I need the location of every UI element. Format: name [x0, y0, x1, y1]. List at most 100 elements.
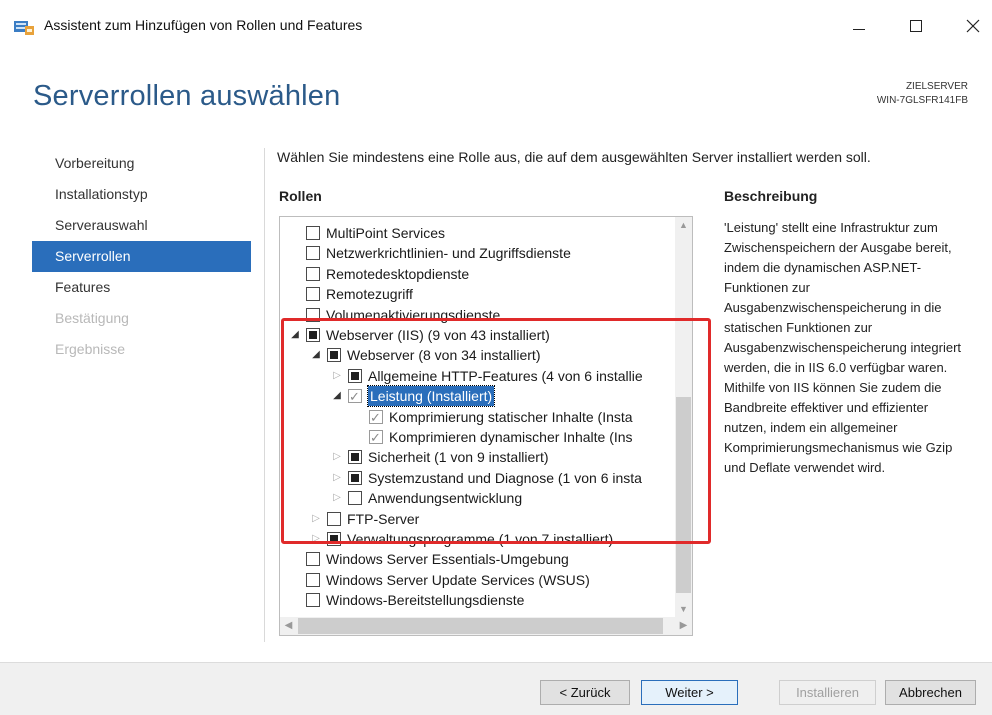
page-title: Serverrollen auswählen — [33, 80, 341, 112]
collapsed-arrow-icon[interactable]: ▷ — [330, 366, 344, 386]
role-checkbox[interactable] — [306, 246, 320, 261]
role-checkbox[interactable] — [306, 328, 320, 342]
tree-row[interactable]: ▷ Verwaltungsprogramme (1 von 7 installie… — [309, 529, 613, 549]
tree-row[interactable]: ▷ FTP-Server — [309, 509, 419, 529]
tree-row[interactable]: Komprimieren dynamischer Inhalte (Ins — [351, 427, 633, 448]
next-button[interactable]: Weiter > — [641, 680, 738, 705]
role-checkbox[interactable] — [369, 428, 383, 448]
role-checkbox[interactable] — [306, 552, 320, 567]
scroll-left-icon[interactable]: ◀ — [280, 617, 297, 635]
install-button: Installieren — [779, 680, 876, 705]
horizontal-scroll-thumb[interactable] — [298, 618, 663, 634]
scroll-right-icon[interactable]: ▶ — [675, 617, 692, 635]
role-label: Volumenaktivierungsdienste — [326, 306, 501, 323]
tree-row[interactable]: Komprimierung statischer Inhalte (Insta — [351, 407, 633, 428]
description-header: Beschreibung — [724, 188, 818, 204]
tree-row[interactable]: Windows Server Update Services (WSUS) — [288, 570, 590, 590]
tree-row[interactable]: ▷ Systemzustand und Diagnose (1 von 6 ins… — [330, 468, 642, 488]
vertical-scrollbar[interactable]: ▲ ▼ — [675, 217, 692, 618]
nav-item-bestaetigung: Bestätigung — [55, 310, 129, 326]
role-label: FTP-Server — [347, 510, 420, 527]
role-checkbox[interactable] — [306, 593, 320, 608]
role-checkbox[interactable] — [306, 266, 320, 281]
role-label: Netzwerkrichtlinien- und Zugriffsdienste — [326, 245, 571, 262]
role-label: Komprimieren dynamischer Inhalte (Ins — [389, 429, 633, 445]
collapsed-arrow-icon[interactable]: ▷ — [309, 509, 323, 529]
tree-row[interactable]: Remotezugriff — [288, 284, 413, 304]
collapsed-arrow-icon[interactable]: ▷ — [330, 468, 344, 488]
role-label: Windows-Bereitstellungsdienste — [326, 592, 525, 609]
vertical-scroll-thumb[interactable] — [676, 397, 691, 593]
tree-row[interactable]: ◢ Webserver (8 von 34 installiert) — [309, 345, 540, 365]
tree-row[interactable]: Netzwerkrichtlinien- und Zugriffsdienste — [288, 243, 571, 263]
nav-divider — [264, 148, 265, 642]
role-label: Remotezugriff — [326, 286, 413, 303]
instruction-text: Wählen Sie mindestens eine Rolle aus, di… — [277, 149, 871, 165]
expanded-arrow-icon[interactable]: ◢ — [288, 325, 302, 345]
tree-row[interactable]: Remotedesktopdienste — [288, 264, 469, 284]
collapsed-arrow-icon[interactable]: ▷ — [309, 529, 323, 549]
minimize-button[interactable] — [841, 12, 877, 40]
role-description: 'Leistung' stellt eine Infrastruktur zum… — [724, 220, 962, 475]
target-server-name: WIN-7GLSFR141FB — [876, 95, 968, 106]
maximize-button[interactable] — [898, 12, 934, 40]
roles-header: Rollen — [279, 188, 322, 204]
collapsed-arrow-icon[interactable]: ▷ — [330, 488, 344, 508]
collapsed-arrow-icon[interactable]: ▷ — [330, 447, 344, 467]
nav-item-serverrollen[interactable]: Serverrollen — [32, 241, 251, 272]
role-label: Webserver (8 von 34 installiert) — [347, 347, 541, 364]
role-label: MultiPoint Services — [326, 225, 446, 241]
role-checkbox[interactable] — [348, 491, 362, 506]
role-checkbox[interactable] — [348, 368, 362, 383]
expanded-arrow-icon[interactable]: ◢ — [330, 386, 344, 406]
cancel-button[interactable]: Abbrechen — [885, 680, 976, 705]
back-button[interactable]: < Zurück — [540, 680, 630, 705]
tree-row[interactable]: Volumenaktivierungsdienste — [288, 305, 500, 325]
tree-row[interactable]: ◢ Webserver (IIS) (9 von 43 installiert) — [288, 325, 550, 345]
role-checkbox[interactable] — [306, 307, 320, 322]
minimize-icon — [853, 28, 865, 30]
nav-item-installationstyp[interactable]: Installationstyp — [32, 179, 251, 210]
scroll-down-icon[interactable]: ▼ — [675, 601, 692, 618]
tree-row[interactable]: Windows Server Essentials-Umgebung — [288, 549, 569, 569]
role-checkbox[interactable] — [348, 450, 362, 465]
wizard-footer: < Zurück Weiter > Installieren Abbrechen — [0, 662, 992, 715]
tree-row[interactable]: Windows-Bereitstellungsdienste — [288, 590, 524, 610]
nav-item-vorbereitung[interactable]: Vorbereitung — [32, 148, 251, 179]
role-checkbox[interactable] — [306, 226, 320, 240]
role-label: Allgemeine HTTP-Features (4 von 6 instal… — [368, 367, 643, 384]
role-label: Windows Server Update Services (WSUS) — [326, 571, 590, 588]
role-label: Sicherheit (1 von 9 installiert) — [368, 449, 549, 466]
nav-item-ergebnisse: Ergebnisse — [55, 341, 126, 357]
role-label: Anwendungsentwicklung — [368, 490, 523, 507]
role-checkbox[interactable] — [327, 348, 341, 363]
role-checkbox[interactable] — [348, 470, 362, 485]
role-label: Komprimierung statischer Inhalte (Insta — [389, 408, 633, 425]
role-checkbox[interactable] — [348, 387, 362, 407]
close-button[interactable] — [955, 12, 991, 40]
tree-row[interactable]: ▷ Allgemeine HTTP-Features (4 von 6 insta… — [330, 366, 643, 386]
role-checkbox[interactable] — [306, 572, 320, 587]
role-checkbox[interactable] — [306, 287, 320, 302]
expanded-arrow-icon[interactable]: ◢ — [309, 345, 323, 365]
nav-item-serverauswahl[interactable]: Serverauswahl — [32, 210, 251, 241]
tree-row[interactable]: ▷ Sicherheit (1 von 9 installiert) — [330, 447, 549, 467]
role-checkbox[interactable] — [327, 511, 341, 526]
tree-row[interactable]: ◢ Leistung (Installiert) — [330, 385, 496, 408]
roles-tree[interactable]: MultiPoint Services Netzwerkrichtlinien- … — [279, 216, 693, 636]
tree-row[interactable]: ▷ Anwendungsentwicklung — [330, 488, 522, 508]
nav-item-features[interactable]: Features — [32, 272, 251, 303]
target-server-label: ZIELSERVER — [905, 81, 968, 92]
title-bar: Assistent zum Hinzufügen von Rollen und … — [0, 0, 992, 52]
window-title: Assistent zum Hinzufügen von Rollen und … — [44, 17, 363, 33]
scroll-up-icon[interactable]: ▲ — [675, 217, 692, 234]
horizontal-scrollbar[interactable]: ◀ ▶ — [280, 617, 692, 635]
role-checkbox[interactable] — [369, 408, 383, 428]
role-label: Systemzustand und Diagnose (1 von 6 inst… — [368, 469, 642, 486]
role-checkbox[interactable] — [327, 532, 341, 546]
close-icon — [966, 19, 980, 33]
server-manager-icon — [14, 21, 34, 35]
tree-row[interactable]: MultiPoint Services — [288, 223, 445, 243]
role-label: Windows Server Essentials-Umgebung — [326, 551, 569, 568]
role-label: Remotedesktopdienste — [326, 265, 470, 282]
